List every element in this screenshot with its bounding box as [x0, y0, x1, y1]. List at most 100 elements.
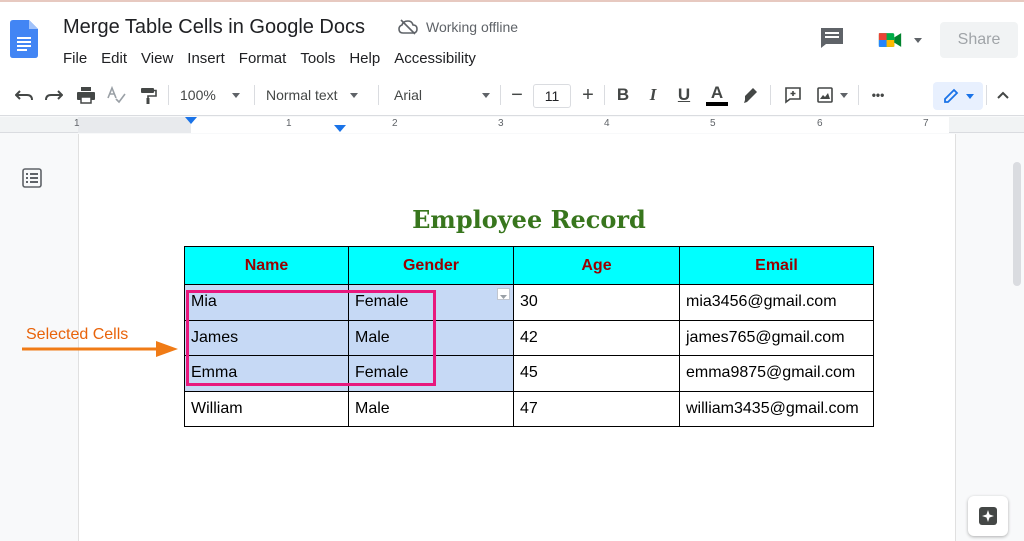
table-cell[interactable]: 42	[513, 319, 680, 356]
menu-format[interactable]: Format	[232, 48, 294, 69]
collapse-menus-icon[interactable]	[992, 82, 1014, 108]
menu-edit[interactable]: Edit	[94, 48, 134, 69]
print-icon[interactable]	[74, 82, 98, 108]
app-header: Merge Table Cells in Google Docs Working…	[0, 0, 1024, 74]
chevron-down-icon	[500, 295, 507, 299]
paint-format-icon[interactable]	[136, 82, 160, 108]
table-header-row: Name Gender Age Email	[184, 246, 874, 285]
table-cell[interactable]: 30	[513, 284, 680, 321]
font-value: Arial	[394, 87, 423, 103]
menu-accessibility[interactable]: Accessibility	[387, 48, 483, 69]
ruler-label: 6	[817, 118, 823, 129]
font-select[interactable]: Arial	[394, 82, 494, 108]
comment-history-icon[interactable]	[818, 26, 846, 50]
add-comment-icon[interactable]	[781, 82, 805, 108]
chevron-down-icon	[231, 92, 240, 98]
explore-button[interactable]	[968, 496, 1008, 536]
underline-button[interactable]: U	[673, 82, 695, 108]
more-options-button[interactable]: •••	[866, 82, 890, 108]
chevron-down-icon	[914, 37, 922, 43]
table-cell[interactable]: emma9875@gmail.com	[679, 355, 874, 392]
table-header-cell[interactable]: Gender	[348, 246, 514, 285]
insert-image-button[interactable]	[812, 82, 852, 108]
explore-icon	[979, 507, 997, 525]
first-line-indent-marker[interactable]	[334, 125, 346, 132]
menu-view[interactable]: View	[134, 48, 180, 69]
toolbar: 100% Normal text Arial − + B I U A •••	[0, 74, 1024, 116]
selection-highlight-box	[186, 290, 436, 386]
left-indent-marker[interactable]	[185, 117, 197, 124]
table-header-cell[interactable]: Email	[679, 246, 874, 285]
offline-status[interactable]: Working offline	[398, 19, 518, 35]
toolbar-divider	[604, 85, 605, 105]
table-cell[interactable]: william3435@gmail.com	[679, 390, 874, 427]
table-cell[interactable]: William	[184, 390, 349, 427]
toolbar-divider	[770, 85, 771, 105]
ruler-label: 1	[286, 118, 292, 129]
table-cell[interactable]: 47	[513, 390, 680, 427]
share-button[interactable]: Share	[940, 22, 1018, 58]
spellcheck-icon[interactable]	[104, 82, 128, 108]
italic-button[interactable]: I	[642, 82, 664, 108]
docs-logo-icon[interactable]	[10, 20, 38, 58]
ruler-label: 3	[498, 118, 504, 129]
ruler-label: 4	[604, 118, 610, 129]
font-size-input[interactable]: 11	[533, 84, 571, 108]
toolbar-divider	[986, 85, 987, 105]
chevron-down-icon	[840, 92, 848, 98]
text-color-button[interactable]: A	[705, 82, 729, 108]
style-value: Normal text	[266, 87, 338, 103]
pencil-icon	[944, 88, 959, 103]
menu-tools[interactable]: Tools	[293, 48, 342, 69]
chevron-down-icon	[349, 92, 358, 98]
document-outline-icon[interactable]	[22, 168, 42, 188]
table-cell[interactable]: james765@gmail.com	[679, 319, 874, 356]
ruler-label: 2	[392, 118, 398, 129]
toolbar-divider	[168, 85, 169, 105]
menu-bar: File Edit View Insert Format Tools Help …	[56, 48, 483, 69]
toolbar-divider	[500, 85, 501, 105]
menu-insert[interactable]: Insert	[180, 48, 232, 69]
chevron-down-icon	[482, 92, 491, 98]
offline-status-label: Working offline	[426, 19, 519, 35]
highlight-color-icon[interactable]	[738, 82, 762, 108]
document-heading[interactable]: Employee Record	[185, 205, 873, 234]
table-header-cell[interactable]: Name	[184, 246, 349, 285]
vertical-scrollbar[interactable]	[1013, 162, 1021, 286]
zoom-value: 100%	[180, 87, 216, 103]
image-icon	[817, 87, 833, 103]
toolbar-divider	[254, 85, 255, 105]
increase-font-size-button[interactable]: +	[577, 82, 599, 108]
chevron-down-icon	[966, 93, 974, 99]
table-cell[interactable]: Male	[348, 390, 514, 427]
text-color-label: A	[710, 83, 724, 102]
ruler-label: 5	[710, 118, 716, 129]
table-cell[interactable]: mia3456@gmail.com	[679, 284, 874, 321]
menu-file[interactable]: File	[56, 48, 94, 69]
decrease-font-size-button[interactable]: −	[506, 82, 528, 108]
editing-mode-button[interactable]	[933, 82, 983, 110]
redo-icon[interactable]	[42, 82, 66, 108]
toolbar-divider	[378, 85, 379, 105]
ruler-label: 7	[923, 118, 929, 129]
table-row: William Male 47 william3435@gmail.com	[184, 390, 874, 427]
cell-options-dropdown[interactable]	[497, 288, 510, 300]
table-header-cell[interactable]: Age	[513, 246, 680, 285]
bold-button[interactable]: B	[612, 82, 634, 108]
annotation-arrow-icon	[22, 341, 178, 357]
document-title[interactable]: Merge Table Cells in Google Docs	[63, 16, 365, 39]
menu-help[interactable]: Help	[342, 48, 387, 69]
text-color-swatch	[706, 102, 728, 106]
ruler-right-area	[679, 117, 949, 133]
style-select[interactable]: Normal text	[266, 82, 368, 108]
horizontal-ruler[interactable]: 1 1 2 3 4 5 6 7	[0, 117, 1024, 133]
toolbar-divider	[858, 85, 859, 105]
ruler-label: 1	[74, 118, 80, 129]
meet-button[interactable]	[878, 28, 922, 52]
cloud-off-icon	[398, 19, 418, 35]
undo-icon[interactable]	[12, 82, 36, 108]
table-cell[interactable]: 45	[513, 355, 680, 392]
ruler-margin-left	[78, 117, 191, 133]
zoom-select[interactable]: 100%	[180, 82, 244, 108]
meet-icon	[878, 33, 902, 47]
